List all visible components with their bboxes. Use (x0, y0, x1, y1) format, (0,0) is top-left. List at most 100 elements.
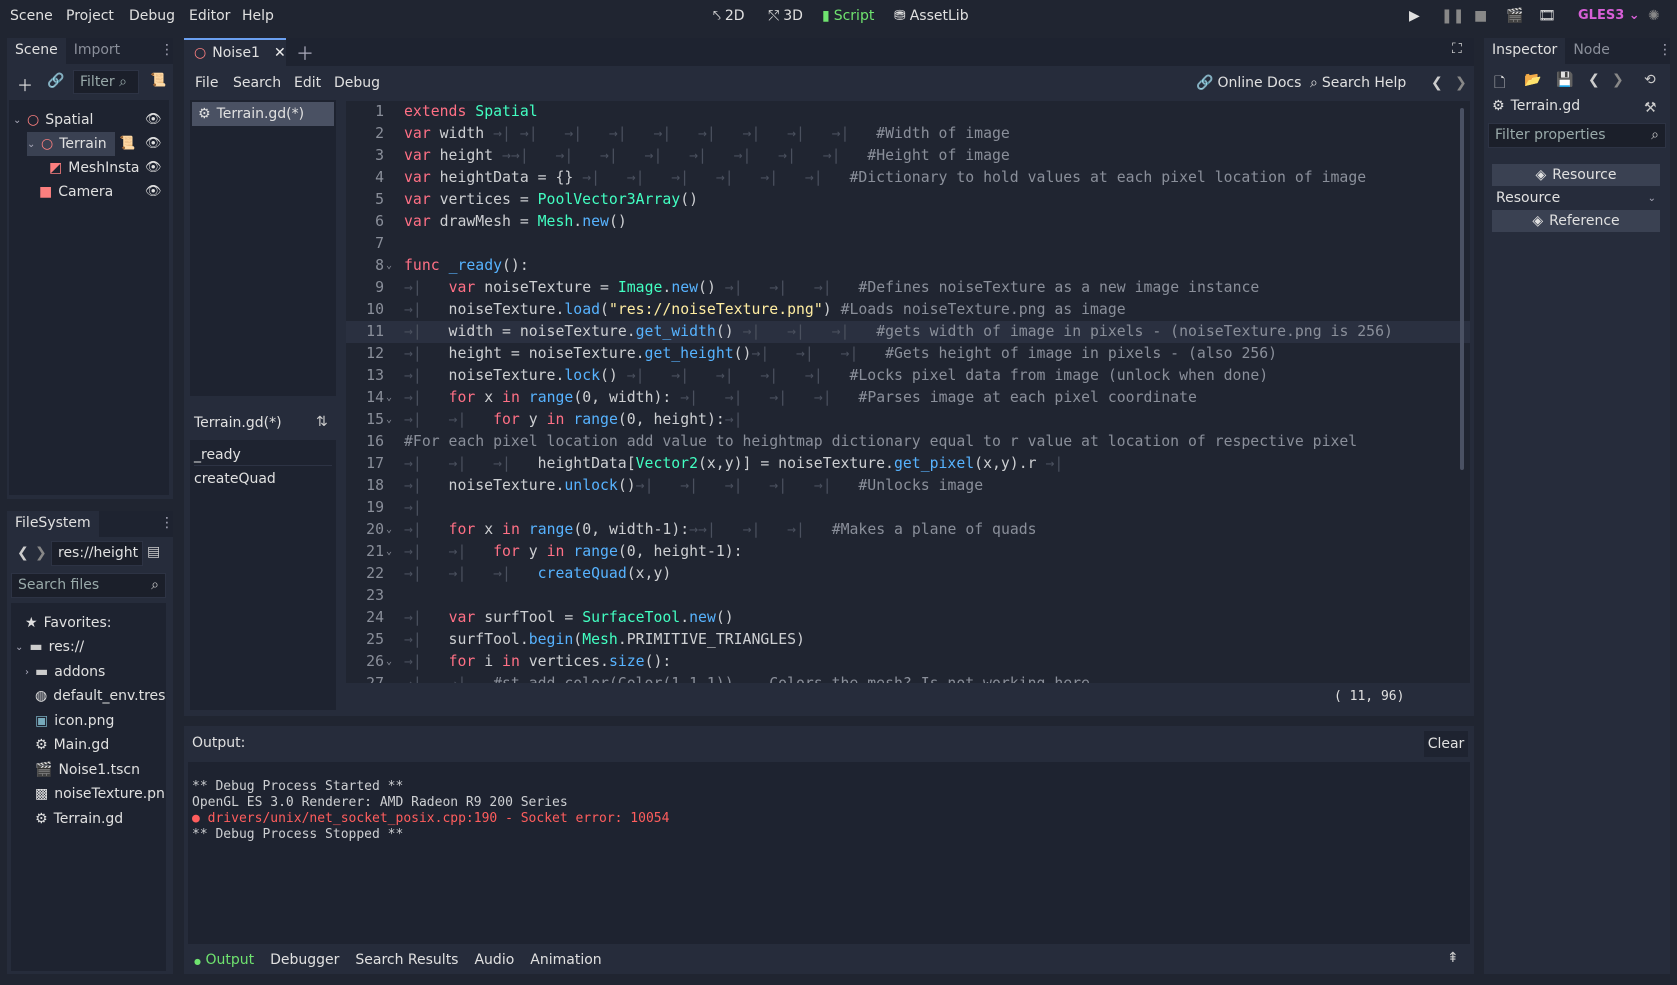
method-item[interactable]: _ready (194, 444, 332, 466)
code-line[interactable]: 11 →| width = noiseTexture.get_width() →|… (346, 321, 1470, 343)
file-main-gd[interactable]: ⚙ Main.gd (35, 733, 109, 757)
tree-node-terrain[interactable]: ⌄ ○ Terrain (27, 132, 115, 156)
bottom-tab-output[interactable]: ● Output (194, 952, 254, 968)
code-line[interactable]: 9 →| var noiseTexture = Image.new() →| →|… (346, 277, 1470, 299)
fold-chevron-icon[interactable]: ⌄ (386, 541, 392, 563)
play-custom-scene-icon[interactable]: 🎞 (1538, 8, 1556, 24)
expand-panel-icon[interactable]: ⇞ (1447, 950, 1459, 966)
object-properties-icon[interactable]: ⚒ (1644, 100, 1657, 116)
code-line[interactable]: 4 var heightData = {} →| →| →| →| →| →| #… (346, 167, 1470, 189)
visibility-eye-icon[interactable]: 👁 (145, 112, 162, 127)
tab-scene[interactable]: Scene (7, 38, 66, 64)
path-field[interactable]: res://height (51, 541, 143, 566)
script-list-item-terrain[interactable]: ⚙ Terrain.gd(*) (192, 102, 334, 126)
reference-section-header[interactable]: ◈ Reference (1492, 210, 1660, 232)
scene-dock-menu-icon[interactable]: ⋮ (160, 42, 174, 58)
tab-import[interactable]: Import (66, 38, 128, 64)
tree-node-spatial[interactable]: ⌄ ○ Spatial (13, 108, 93, 132)
resource-category[interactable]: Resource ⌄ (1492, 188, 1660, 208)
code-line[interactable]: 1 extends Spatial (346, 101, 1470, 123)
code-line[interactable]: 25 →| surfTool.begin(Mesh.PRIMITIVE_TRIAN… (346, 629, 1470, 651)
pause-icon[interactable]: ❚❚ (1441, 8, 1464, 24)
visibility-eye-icon[interactable]: 👁 (145, 136, 162, 151)
fold-chevron-icon[interactable]: ⌄ (386, 519, 392, 541)
script-menu-debug[interactable]: Debug (334, 75, 380, 91)
clear-button[interactable]: Clear (1424, 731, 1468, 757)
folder-res[interactable]: ⌄ ▬ res:// (15, 635, 84, 659)
forward-icon[interactable]: ❯ (1612, 72, 1624, 88)
scene-tab-noise1[interactable]: ○ Noise1 ✕ (184, 38, 286, 66)
stop-icon[interactable]: ■ (1474, 8, 1487, 24)
visibility-eye-icon[interactable]: 👁 (145, 160, 162, 175)
code-line[interactable]: 13 →| noiseTexture.lock() →| →| →| →| →| … (346, 365, 1470, 387)
code-scrollbar[interactable] (1460, 108, 1464, 470)
script-menu-file[interactable]: File (195, 75, 218, 91)
play-icon[interactable]: ▶ (1409, 8, 1420, 24)
code-line[interactable]: 7 (346, 233, 1470, 255)
workspace-assetlib[interactable]: ⛃ AssetLib (894, 8, 969, 24)
add-scene-tab-icon[interactable]: ＋ (296, 40, 314, 66)
tree-node-camera[interactable]: ■ Camera (39, 180, 113, 204)
instance-scene-icon[interactable]: 🔗 (47, 73, 64, 89)
tab-node[interactable]: Node (1565, 38, 1618, 64)
code-line[interactable]: 26 ⌄ →| for i in vertices.size(): (346, 651, 1470, 673)
workspace-2d[interactable]: ⤣ 2D (713, 8, 745, 24)
bottom-tab-search-results[interactable]: Search Results (355, 952, 458, 968)
chevron-right-icon[interactable]: › (25, 667, 29, 678)
scene-filter-input[interactable]: Filter ⌕ (73, 70, 139, 94)
workspace-3d[interactable]: ⤲ 3D (768, 8, 803, 24)
inspector-menu-icon[interactable]: ⋮ (1658, 42, 1672, 58)
code-line[interactable]: 12 →| height = noiseTexture.get_height()→… (346, 343, 1470, 365)
method-item[interactable]: createQuad (194, 468, 276, 490)
file-noisetexture[interactable]: ▩ noiseTexture.pn (35, 782, 165, 806)
code-line[interactable]: 8 ⌄ func _ready(): (346, 255, 1470, 277)
code-line[interactable]: 19 →| (346, 497, 1470, 519)
filesystem-menu-icon[interactable]: ⋮ (160, 515, 174, 531)
filter-properties-input[interactable]: Filter properties ⌕ (1488, 123, 1666, 148)
code-line[interactable]: 5 var vertices = PoolVector3Array() (346, 189, 1470, 211)
back-icon[interactable]: ❮ (1588, 72, 1600, 88)
menu-project[interactable]: Project (66, 8, 114, 24)
file-default-env[interactable]: ◍ default_env.tres (35, 684, 165, 708)
bottom-tab-audio[interactable]: Audio (474, 952, 514, 968)
code-line[interactable]: 15 ⌄ →| →| for y in range(0, height):→| (346, 409, 1470, 431)
distraction-free-icon[interactable]: ⛶ (1452, 41, 1462, 57)
code-line[interactable]: 20 ⌄ →| for x in range(0, width-1):→→| →| … (346, 519, 1470, 541)
new-resource-icon[interactable]: 🗋 (1494, 72, 1505, 96)
resource-section-header[interactable]: ◈ Resource (1492, 164, 1660, 186)
chevron-down-icon[interactable]: ⌄ (13, 115, 27, 126)
fold-chevron-icon[interactable]: ⌄ (386, 387, 392, 409)
file-noise1-tscn[interactable]: 🎬 Noise1.tscn (35, 758, 140, 782)
code-line[interactable]: 18 →| noiseTexture.unlock()→| →| →| →| →|… (346, 475, 1470, 497)
bottom-tab-debugger[interactable]: Debugger (270, 952, 339, 968)
add-node-icon[interactable]: ＋ (17, 72, 33, 96)
back-icon[interactable]: ❮ (17, 545, 29, 561)
history-icon[interactable]: ⟲ (1644, 72, 1656, 88)
code-line[interactable]: 27 →| →| #st.add_color(Color(1,1,1)) Colo… (346, 673, 1470, 683)
attach-script-icon[interactable]: 📜 (150, 73, 166, 88)
search-help-link[interactable]: ⌕ Search Help (1310, 75, 1406, 91)
bottom-tab-animation[interactable]: Animation (530, 952, 601, 968)
close-icon[interactable]: ✕ (274, 45, 286, 61)
code-line[interactable]: 14 ⌄ →| for x in range(0, width): →| →| →|… (346, 387, 1470, 409)
code-line[interactable]: 21 ⌄ →| →| for y in range(0, height-1): (346, 541, 1470, 563)
fold-chevron-icon[interactable]: ⌄ (386, 255, 392, 277)
chevron-down-icon[interactable]: ⌄ (15, 642, 23, 653)
menu-debug[interactable]: Debug (129, 8, 175, 24)
code-line[interactable]: 6 var drawMesh = Mesh.new() (346, 211, 1470, 233)
tree-node-meshinstance[interactable]: ◩ MeshInsta (49, 156, 139, 180)
tab-filesystem[interactable]: FileSystem (7, 511, 99, 537)
visibility-eye-icon[interactable]: 👁 (145, 184, 162, 199)
code-editor[interactable]: 1 extends Spatial 2 var width →| →| →| →| →… (346, 101, 1470, 683)
sort-icon[interactable]: ⇅ (316, 414, 328, 430)
file-icon-png[interactable]: ▣ icon.png (35, 709, 114, 733)
tab-inspector[interactable]: Inspector (1484, 38, 1566, 64)
forward-icon[interactable]: ❯ (1455, 75, 1467, 91)
back-icon[interactable]: ❮ (1431, 75, 1443, 91)
open-folder-icon[interactable]: 📂 (1524, 72, 1541, 88)
inspected-object[interactable]: ⚙ Terrain.gd (1492, 98, 1580, 114)
workspace-script[interactable]: ▮ Script (822, 8, 874, 24)
save-icon[interactable]: 💾 (1556, 72, 1573, 88)
code-line[interactable]: 3 var height →→| →| →| →| →| →| →| →| #He… (346, 145, 1470, 167)
renderer-selector[interactable]: GLES3 ⌄ (1578, 8, 1640, 23)
